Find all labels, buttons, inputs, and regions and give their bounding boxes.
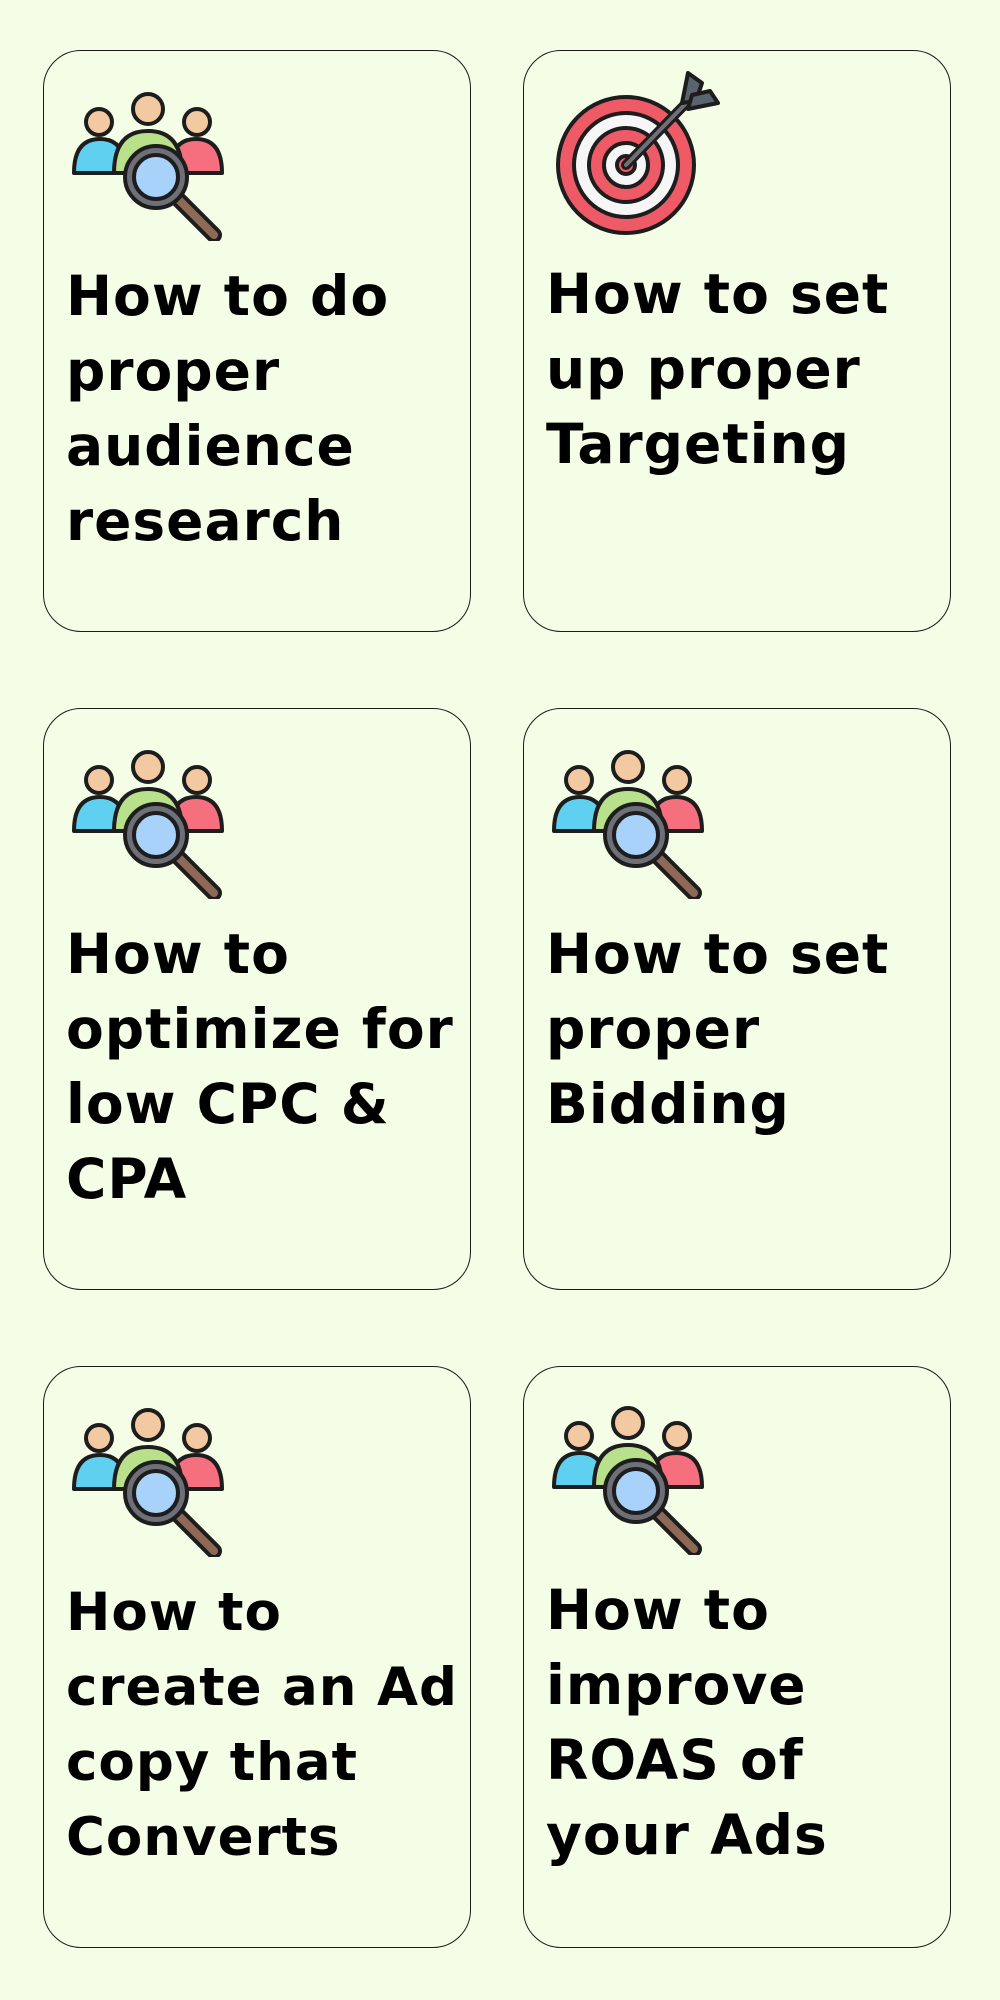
card-title: How to do proper audience research — [66, 264, 390, 553]
card-title: How to optimize for low CPC & CPA — [66, 922, 454, 1211]
course-card-ad-copy[interactable]: How to create an Ad copy that Converts — [43, 1366, 471, 1948]
course-card-bidding[interactable]: How to set proper Bidding — [523, 708, 951, 1290]
audience-search-icon — [68, 739, 228, 899]
course-card-cpc-cpa[interactable]: How to optimize for low CPC & CPA — [43, 708, 471, 1290]
audience-search-icon — [68, 1397, 228, 1557]
card-title: How to create an Ad copy that Converts — [66, 1582, 458, 1868]
audience-search-icon — [68, 81, 228, 241]
card-title: How to improve ROAS of your Ads — [546, 1578, 828, 1867]
course-card-audience-research[interactable]: How to do proper audience research — [43, 50, 471, 632]
card-title: How to set up proper Targeting — [546, 262, 890, 476]
card-title: How to set proper Bidding — [546, 922, 890, 1136]
course-card-roas[interactable]: How to improve ROAS of your Ads — [523, 1366, 951, 1948]
audience-search-icon — [548, 1395, 708, 1555]
target-icon — [554, 69, 722, 237]
course-card-targeting[interactable]: How to set up proper Targeting — [523, 50, 951, 632]
audience-search-icon — [548, 739, 708, 899]
